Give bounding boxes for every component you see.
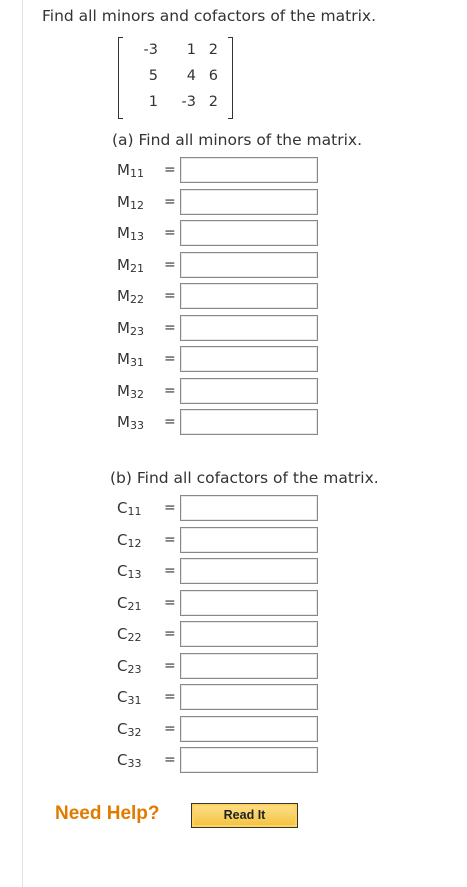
equals-sign: = (164, 382, 176, 399)
equals-sign: = (164, 657, 176, 674)
minor-row: M12 = (0, 188, 400, 217)
matrix-cell: 2 (208, 42, 218, 58)
cofactor-row: C22 = (0, 621, 400, 649)
equals-sign: = (164, 319, 176, 336)
entry-label: M33 (117, 413, 144, 432)
equals-sign: = (164, 720, 176, 737)
minor-row: M21 = (0, 251, 400, 280)
equals-sign: = (164, 256, 176, 273)
matrix-cell: 5 (148, 68, 158, 84)
minor-row: M11 = (0, 157, 400, 185)
cofactor-input[interactable] (180, 747, 318, 773)
cofactor-input[interactable] (180, 652, 318, 679)
matrix-left-bracket (118, 37, 123, 119)
equals-sign: = (164, 689, 176, 705)
equals-sign: = (164, 414, 176, 430)
cofactor-input[interactable] (180, 526, 318, 553)
cofactor-input[interactable] (180, 715, 318, 742)
equals-sign: = (164, 500, 176, 516)
entry-label: M22 (117, 287, 144, 306)
cofactor-row: C11 = (0, 495, 400, 523)
question-text: Find all minors and cofactors of the mat… (42, 7, 376, 25)
entry-label: C12 (117, 530, 142, 550)
entry-label: C32 (117, 719, 142, 739)
matrix-right-bracket (228, 37, 233, 119)
part-a-title: (a) Find all minors of the matrix. (112, 131, 363, 149)
matrix-cell: 1 (186, 42, 196, 58)
cofactor-input[interactable] (180, 684, 318, 710)
minor-input[interactable] (180, 409, 318, 435)
minor-row: M23 = (0, 314, 400, 343)
cofactor-row: C23 = (0, 652, 400, 681)
equals-sign: = (164, 351, 176, 367)
equals-sign: = (164, 162, 176, 178)
matrix-cell: 2 (208, 94, 218, 110)
entry-label: C11 (117, 499, 142, 518)
matrix-cell: 1 (148, 94, 158, 110)
entry-label: M31 (117, 350, 144, 369)
part-b-title: (b) Find all cofactors of the matrix. (110, 469, 379, 487)
entry-label: C31 (117, 688, 142, 707)
entry-label: M21 (117, 255, 144, 275)
minor-input[interactable] (180, 283, 318, 309)
matrix-cell: -3 (143, 42, 158, 58)
entry-label: M32 (117, 381, 144, 401)
minor-row: M22 = (0, 283, 400, 311)
minor-input[interactable] (180, 220, 318, 246)
entry-label: C13 (117, 562, 142, 581)
equals-sign: = (164, 626, 176, 642)
minor-input[interactable] (180, 314, 318, 341)
minor-input[interactable] (180, 251, 318, 278)
minor-input[interactable] (180, 157, 318, 183)
cofactor-row: C32 = (0, 715, 400, 744)
matrix-cell: -3 (181, 94, 196, 110)
minor-row: M32 = (0, 377, 400, 406)
equals-sign: = (164, 563, 176, 579)
read-it-button[interactable]: Read It (191, 803, 298, 828)
matrix-cell: 6 (208, 68, 218, 84)
entry-label: C23 (117, 656, 142, 676)
equals-sign: = (164, 594, 176, 611)
cofactor-row: C31 = (0, 684, 400, 712)
minor-row: M13 = (0, 220, 400, 248)
equals-sign: = (164, 531, 176, 548)
entry-label: M12 (117, 192, 144, 212)
cofactor-row: C33 = (0, 747, 400, 775)
cofactor-input[interactable] (180, 558, 318, 584)
equals-sign: = (164, 288, 176, 304)
cofactor-input[interactable] (180, 495, 318, 521)
minor-input[interactable] (180, 188, 318, 215)
entry-label: C21 (117, 593, 142, 613)
cofactor-row: C12 = (0, 526, 400, 555)
cofactor-row: C13 = (0, 558, 400, 586)
entry-label: M11 (117, 161, 144, 180)
entry-label: M23 (117, 318, 144, 338)
matrix: -3 1 2 5 4 6 1 -3 2 (118, 37, 233, 119)
entry-label: M13 (117, 224, 144, 243)
cofactor-row: C21 = (0, 589, 400, 618)
entry-label: C33 (117, 751, 142, 770)
minor-row: M33 = (0, 409, 400, 437)
equals-sign: = (164, 752, 176, 768)
equals-sign: = (164, 225, 176, 241)
cofactor-input[interactable] (180, 589, 318, 616)
minor-input[interactable] (180, 377, 318, 404)
equals-sign: = (164, 193, 176, 210)
minor-input[interactable] (180, 346, 318, 372)
matrix-cell: 4 (186, 68, 196, 84)
entry-label: C22 (117, 625, 142, 644)
need-help-label: Need Help? (55, 803, 160, 824)
cofactor-input[interactable] (180, 621, 318, 647)
minor-row: M31 = (0, 346, 400, 374)
